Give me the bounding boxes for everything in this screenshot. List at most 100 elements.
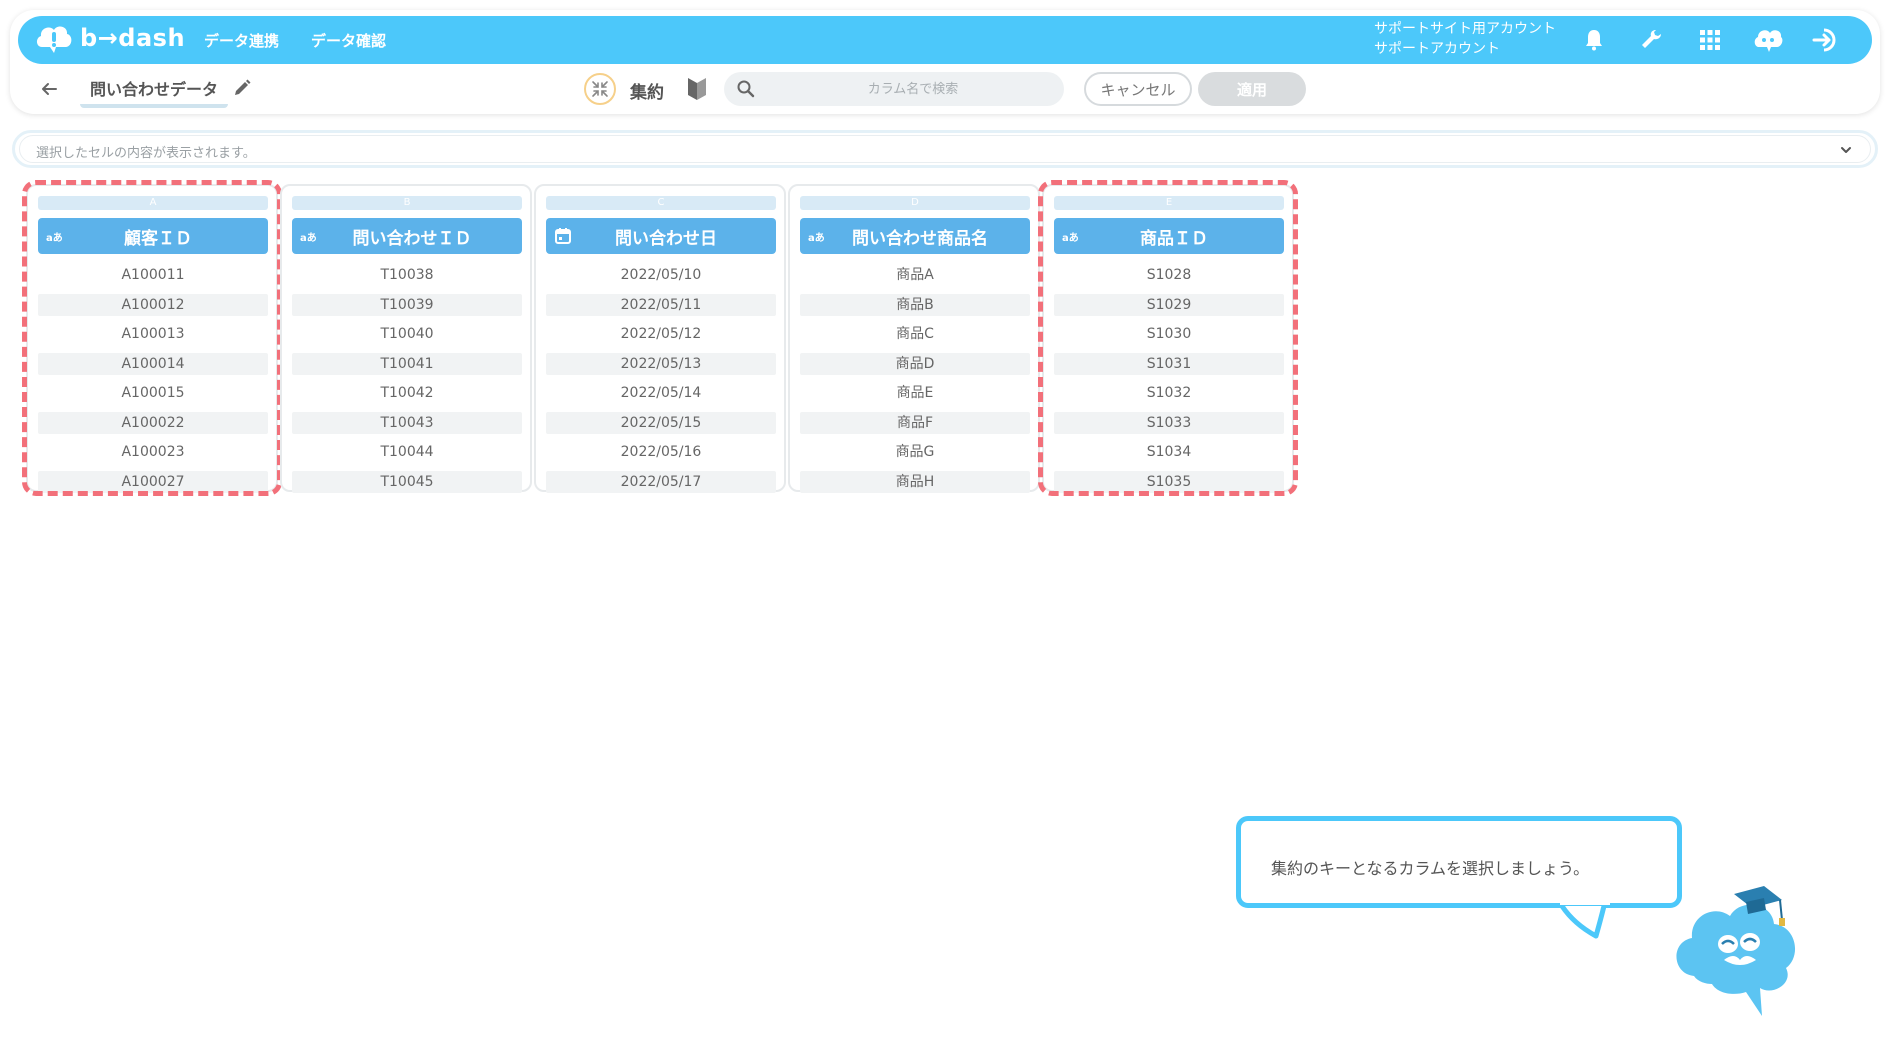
column-title: 顧客ＩＤ [124, 228, 192, 249]
table-cell[interactable]: 2022/05/15 [546, 411, 776, 434]
column-card-c: C 問い合わせ日 2022/05/10 2022/05/11 2022/05/12 202… [534, 184, 786, 493]
table-cell[interactable]: S1034 [1054, 441, 1284, 463]
table-cell[interactable]: T10043 [292, 411, 522, 434]
pencil-icon[interactable] [232, 78, 252, 98]
account-user-name: サポートアカウント [1374, 41, 1500, 57]
table-cell[interactable]: 2022/05/17 [546, 470, 776, 493]
column-search-input[interactable] [768, 72, 1058, 106]
column-title: 問い合わせ商品名 [852, 228, 988, 249]
support-chat-icon[interactable] [1752, 24, 1784, 56]
nav-data-check[interactable]: データ確認 [311, 30, 386, 51]
table-cell[interactable]: S1032 [1054, 382, 1284, 404]
table-cell[interactable]: 商品H [800, 470, 1030, 493]
column-title: 商品ＩＤ [1140, 228, 1208, 249]
column-header-b[interactable]: aあ 問い合わせＩＤ [292, 218, 522, 254]
table-cell[interactable]: A100012 [38, 293, 268, 316]
main-nav: データ連携 データ確認 [204, 30, 386, 51]
apps-grid-icon[interactable] [1694, 24, 1726, 56]
logo-cloud-icon [36, 26, 72, 53]
toolbar: 問い合わせデータ 集約 キャンセル 適用 [18, 70, 1872, 110]
logo[interactable]: b→dash [34, 21, 185, 55]
table-cell[interactable]: 2022/05/13 [546, 352, 776, 375]
table-cell[interactable]: 2022/05/12 [546, 323, 776, 345]
table-cell[interactable]: A100014 [38, 352, 268, 375]
column-letter: D [800, 196, 1030, 210]
guide-bubble: 集約のキーとなるカラムを選択しましょう。 [1236, 816, 1682, 908]
table-cell[interactable]: A100027 [38, 470, 268, 493]
bell-icon[interactable] [1578, 24, 1610, 56]
wrench-icon[interactable] [1636, 24, 1668, 56]
dataset-title[interactable]: 問い合わせデータ [80, 76, 229, 108]
table-cell[interactable]: T10038 [292, 264, 522, 286]
account-site-name: サポートサイト用アカウント [1374, 21, 1556, 37]
table-cell[interactable]: T10042 [292, 382, 522, 404]
table-cell[interactable]: S1035 [1054, 470, 1284, 493]
column-card-e: Eaあ 商品ＩＤ S1028 S1029 S1030 S1031 S1032 S1033 S10… [1042, 184, 1294, 493]
table-cell[interactable]: 商品A [800, 264, 1030, 286]
table-cell[interactable]: S1029 [1054, 293, 1284, 316]
column-card-a: Aaあ 顧客ＩＤ A100011 A100012 A100013 A100014 A1000… [26, 184, 278, 493]
cell-content-field[interactable]: 選択したセルの内容が表示されます。 [19, 135, 1871, 163]
column-values: 商品A 商品B 商品C 商品D 商品E 商品F 商品G 商品H [800, 264, 1030, 500]
table-cell[interactable]: A100013 [38, 323, 268, 345]
table-cell[interactable]: 2022/05/16 [546, 441, 776, 463]
table-cell[interactable]: 2022/05/11 [546, 293, 776, 316]
logout-icon[interactable] [1810, 24, 1842, 56]
table-cell[interactable]: A100015 [38, 382, 268, 404]
table-cell[interactable]: S1030 [1054, 323, 1284, 345]
table-cell[interactable]: T10045 [292, 470, 522, 493]
apply-button[interactable]: 適用 [1198, 72, 1306, 106]
table-cell[interactable]: S1028 [1054, 264, 1284, 286]
table-cell[interactable]: T10044 [292, 441, 522, 463]
column-title: 問い合わせＩＤ [352, 228, 472, 249]
table-cell[interactable]: 商品E [800, 382, 1030, 404]
table-cell[interactable]: 商品D [800, 352, 1030, 375]
column-values: 2022/05/10 2022/05/11 2022/05/12 2022/05/13… [546, 264, 776, 500]
column-card-d: Daあ 問い合わせ商品名商品A 商品B 商品C 商品D 商品E 商品F 商品G 商品H [788, 184, 1040, 493]
search-icon [737, 80, 755, 98]
table-cell[interactable]: T10040 [292, 323, 522, 345]
header-icons [1578, 24, 1842, 56]
guide-message: 集約のキーとなるカラムを選択しましょう。 [1271, 859, 1590, 878]
column-values: S1028 S1029 S1030 S1031 S1032 S1033 S1034 S1035 [1054, 264, 1284, 500]
nav-data-integration[interactable]: データ連携 [204, 30, 279, 51]
text-type-icon: aあ [300, 232, 317, 244]
cell-content-placeholder: 選択したセルの内容が表示されます。 [36, 146, 256, 161]
text-type-icon: aあ [1062, 232, 1079, 244]
table-cell[interactable]: 2022/05/10 [546, 264, 776, 286]
mascot-cloud-icon [1676, 886, 1796, 1016]
column-header-d[interactable]: aあ 問い合わせ商品名 [800, 218, 1030, 254]
column-values: A100011 A100012 A100013 A100014 A100015 A1000… [38, 264, 268, 500]
back-arrow-icon[interactable] [38, 78, 60, 100]
table-cell[interactable]: 商品F [800, 411, 1030, 434]
column-letter: E [1054, 196, 1284, 210]
column-header-a[interactable]: aあ 顧客ＩＤ [38, 218, 268, 254]
column-header-e[interactable]: aあ 商品ＩＤ [1054, 218, 1284, 254]
table-cell[interactable]: A100011 [38, 264, 268, 286]
table-cell[interactable]: 商品G [800, 441, 1030, 463]
logo-text: b→dash [80, 24, 186, 52]
table-cell[interactable]: A100023 [38, 441, 268, 463]
cell-content-bar: 選択したセルの内容が表示されます。 [12, 130, 1878, 168]
table-cell[interactable]: T10041 [292, 352, 522, 375]
search-box [724, 72, 1064, 106]
table-cell[interactable]: A100022 [38, 411, 268, 434]
column-letter: B [292, 196, 522, 210]
table-cell[interactable]: S1033 [1054, 411, 1284, 434]
account-info[interactable]: サポートサイト用アカウント サポートアカウント [1374, 19, 1556, 59]
calendar-icon [554, 227, 576, 245]
column-letter: A [38, 196, 268, 210]
column-header-c[interactable]: 問い合わせ日 [546, 218, 776, 254]
table-cell[interactable]: 商品B [800, 293, 1030, 316]
beginner-mark-icon[interactable] [686, 76, 708, 102]
text-type-icon: aあ [808, 232, 825, 244]
table-cell[interactable]: S1031 [1054, 352, 1284, 375]
column-letter: C [546, 196, 776, 210]
chevron-down-icon[interactable] [1836, 140, 1856, 160]
column-values: T10038 T10039 T10040 T10041 T10042 T10043 T100… [292, 264, 522, 500]
table-cell[interactable]: T10039 [292, 293, 522, 316]
column-card-b: Baあ 問い合わせＩＤ T10038 T10039 T10040 T10041 T10042… [280, 184, 532, 493]
table-cell[interactable]: 商品C [800, 323, 1030, 345]
cancel-button[interactable]: キャンセル [1084, 72, 1192, 106]
table-cell[interactable]: 2022/05/14 [546, 382, 776, 404]
